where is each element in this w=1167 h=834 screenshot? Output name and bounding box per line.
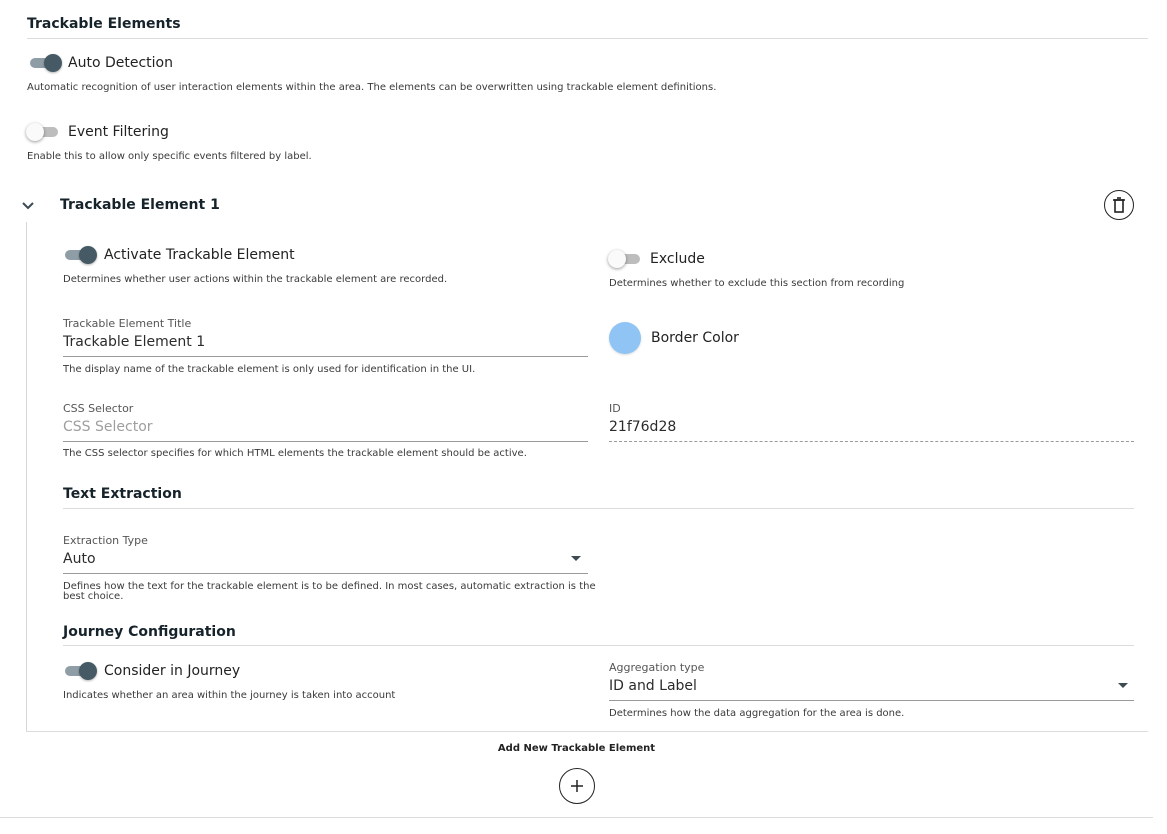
title-field-input[interactable]: Trackable Element 1 (63, 334, 588, 354)
section-title: Trackable Elements (27, 16, 181, 32)
css-selector-input[interactable]: CSS Selector (63, 419, 588, 439)
consider-journey-toggle[interactable] (63, 662, 97, 680)
activate-element-label: Activate Trackable Element (104, 247, 295, 263)
aggregation-type-hint: Determines how the data aggregation for … (609, 708, 905, 719)
extraction-type-caret-icon[interactable] (571, 556, 581, 561)
border-color-label: Border Color (651, 330, 739, 346)
delete-button[interactable] (1104, 190, 1134, 220)
aggregation-type-label: Aggregation type (609, 661, 705, 674)
extraction-type-select[interactable]: Auto (63, 551, 588, 571)
add-element-label: Add New Trackable Element (497, 743, 656, 754)
activate-element-hint: Determines whether user actions within t… (63, 274, 448, 285)
exclude-toggle[interactable] (608, 250, 642, 268)
id-field-value: 21f76d28 (609, 419, 677, 435)
section-divider (27, 38, 1148, 39)
aggregation-type-underline (609, 700, 1134, 701)
auto-detection-label: Auto Detection (68, 55, 173, 71)
css-selector-label: CSS Selector (63, 402, 134, 415)
css-selector-hint: The CSS selector specifies for which HTM… (63, 448, 527, 459)
element-group-bottom-divider (26, 731, 1148, 732)
id-field-underline (609, 441, 1134, 442)
plus-icon (571, 780, 583, 792)
css-selector-underline (63, 441, 588, 442)
text-extraction-title: Text Extraction (63, 486, 182, 502)
journey-config-title: Journey Configuration (63, 624, 236, 640)
aggregation-type-caret-icon[interactable] (1118, 683, 1128, 688)
auto-detection-toggle[interactable] (28, 54, 62, 72)
title-field-underline (63, 356, 588, 357)
aggregation-type-select[interactable]: ID and Label (609, 678, 1134, 698)
event-filtering-hint: Enable this to allow only specific event… (27, 151, 312, 162)
chevron-down-icon[interactable] (20, 198, 36, 212)
journey-config-divider (63, 645, 1134, 646)
auto-detection-hint: Automatic recognition of user interactio… (27, 82, 717, 93)
activate-element-toggle[interactable] (63, 246, 97, 264)
id-field-label: ID (609, 402, 621, 415)
trash-icon (1113, 197, 1125, 213)
add-element-button[interactable] (559, 768, 595, 804)
event-filtering-toggle[interactable] (26, 123, 60, 141)
element-group-border (26, 222, 27, 732)
consider-journey-hint: Indicates whether an area within the jou… (63, 690, 396, 701)
extraction-type-hint-2: best choice. (63, 591, 124, 602)
trackable-element-title[interactable]: Trackable Element 1 (60, 197, 220, 213)
title-field-label: Trackable Element Title (63, 317, 192, 330)
text-extraction-divider (63, 508, 1134, 509)
footer-divider (0, 817, 1153, 818)
exclude-hint: Determines whether to exclude this secti… (609, 278, 905, 289)
exclude-label: Exclude (650, 251, 705, 267)
border-color-swatch[interactable] (609, 322, 641, 354)
consider-journey-label: Consider in Journey (104, 663, 241, 679)
extraction-type-label: Extraction Type (63, 534, 148, 547)
extraction-type-hint-1: Defines how the text for the trackable e… (63, 581, 596, 592)
extraction-type-underline (63, 573, 588, 574)
title-field-hint: The display name of the trackable elemen… (63, 364, 476, 375)
event-filtering-label: Event Filtering (68, 124, 169, 140)
